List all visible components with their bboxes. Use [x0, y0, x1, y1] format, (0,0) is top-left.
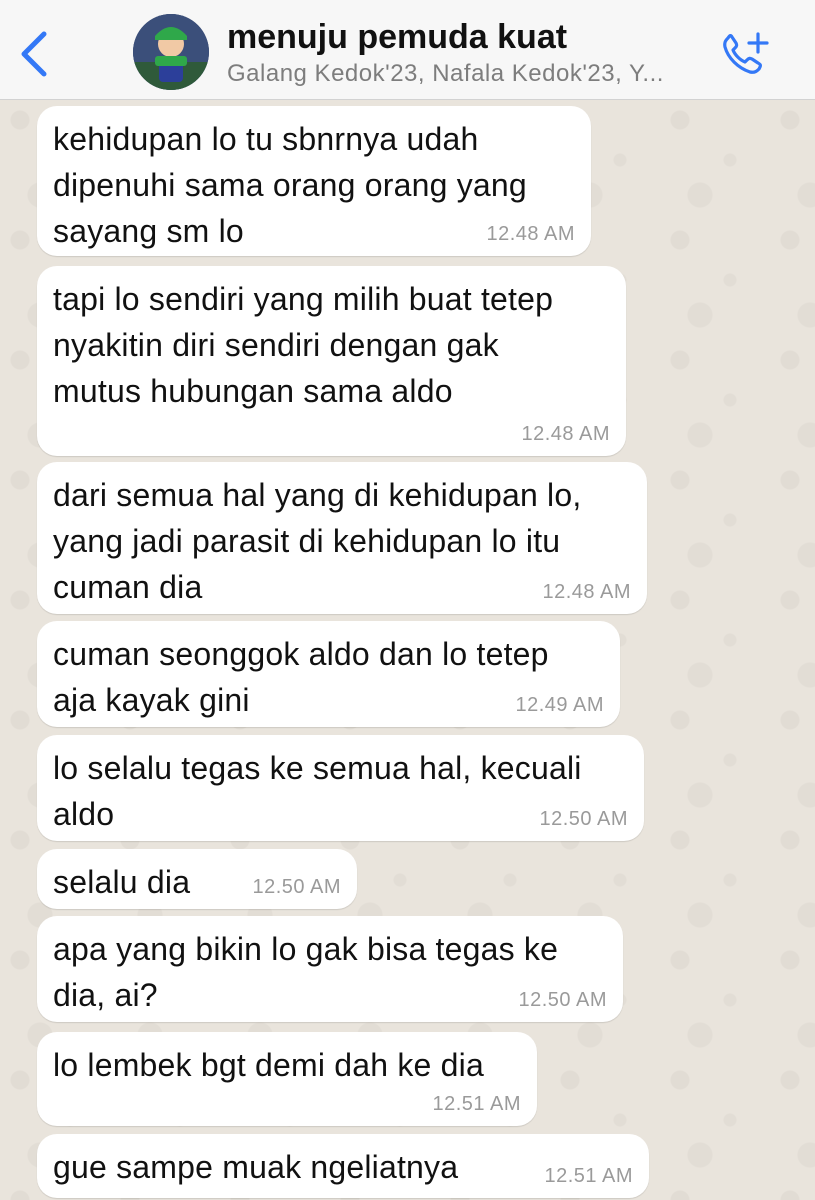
message-time: 12.48 AM [486, 223, 575, 245]
chevron-left-icon [21, 31, 47, 77]
message-list[interactable]: kehidupan lo tu sbnrnya udah dipenuhi sa… [0, 100, 815, 1200]
group-avatar[interactable] [133, 14, 209, 90]
add-call-icon [723, 32, 769, 74]
message-bubble[interactable]: tapi lo sendiri yang milih buat tetep ny… [37, 266, 626, 456]
message-bubble[interactable]: apa yang bikin lo gak bisa tegas ke dia,… [37, 916, 623, 1022]
add-call-button[interactable] [718, 28, 778, 80]
message-text: tapi lo sendiri yang milih buat tetep ny… [53, 281, 554, 409]
message-time: 12.51 AM [544, 1165, 633, 1187]
chat-header: menuju pemuda kuat Galang Kedok'23, Nafa… [0, 0, 815, 100]
message-time: 12.50 AM [539, 808, 628, 830]
chat-participants[interactable]: Galang Kedok'23, Nafala Kedok'23, Y... [227, 60, 707, 88]
back-button[interactable] [12, 28, 56, 80]
chat-title[interactable]: menuju pemuda kuat [227, 18, 567, 57]
message-bubble[interactable]: gue sampe muak ngeliatnya 12.51 AM [37, 1134, 649, 1198]
message-time: 12.48 AM [521, 423, 610, 445]
message-bubble[interactable]: lo lembek bgt demi dah ke dia 12.51 AM [37, 1032, 537, 1126]
message-bubble[interactable]: dari semua hal yang di kehidupan lo, yan… [37, 462, 647, 614]
message-time: 12.51 AM [432, 1093, 521, 1115]
message-time: 12.49 AM [515, 694, 604, 716]
message-bubble[interactable]: lo selalu tegas ke semua hal, kecuali al… [37, 735, 644, 841]
message-bubble[interactable]: kehidupan lo tu sbnrnya udah dipenuhi sa… [37, 106, 591, 256]
message-time: 12.50 AM [518, 989, 607, 1011]
message-time: 12.48 AM [542, 581, 631, 603]
message-bubble[interactable]: cuman seonggok aldo dan lo tetep aja kay… [37, 621, 620, 727]
message-text: lo lembek bgt demi dah ke dia [53, 1047, 484, 1083]
message-bubble[interactable]: selalu dia 12.50 AM [37, 849, 357, 909]
message-time: 12.50 AM [252, 876, 341, 898]
avatar-image [133, 14, 209, 90]
